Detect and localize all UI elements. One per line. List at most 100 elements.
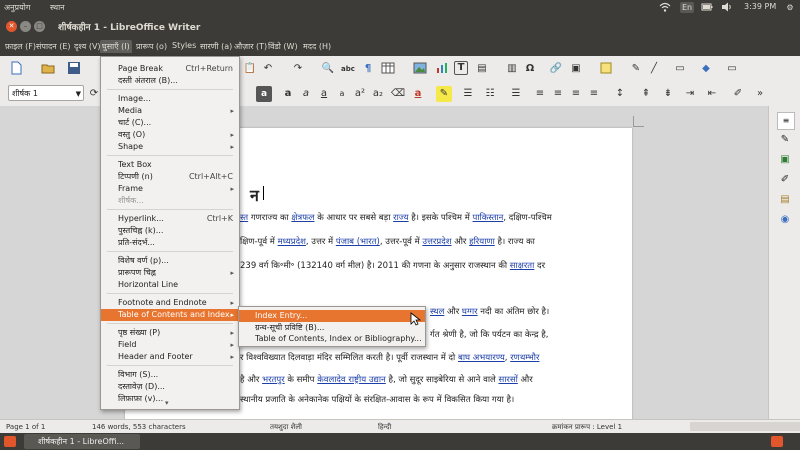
page-style[interactable]: तयशुदा शैली bbox=[270, 423, 302, 432]
formatting-marks-icon[interactable]: ¶ bbox=[360, 61, 376, 77]
insert-text-box-icon[interactable]: T bbox=[454, 61, 468, 75]
menu-item-frame[interactable]: Frame ▸ bbox=[101, 183, 239, 195]
page-count[interactable]: Page 1 of 1 bbox=[6, 423, 45, 431]
zoom-slider[interactable] bbox=[690, 422, 800, 431]
spelling-icon[interactable]: abc bbox=[340, 61, 356, 77]
menu-item-p[interactable]: पृष्ठ संख्या (P) ▸ bbox=[101, 327, 239, 339]
battery-icon[interactable] bbox=[700, 2, 714, 13]
bullets-icon[interactable]: ☰ bbox=[460, 86, 476, 102]
menu-item-field[interactable]: Field ▸ bbox=[101, 339, 239, 351]
justify-icon[interactable]: ≡ bbox=[586, 86, 602, 102]
menu-item-p[interactable]: विशेष वर्ण (p)... bbox=[101, 255, 239, 267]
applications-menu[interactable]: अनुप्रयोग bbox=[4, 2, 30, 13]
shadow-text-icon[interactable]: a bbox=[256, 86, 272, 102]
properties-icon[interactable]: ✎ bbox=[777, 132, 793, 148]
menu-item-c[interactable]: चार्ट (C)... bbox=[101, 117, 239, 129]
menu-item-footnote-and-endnote[interactable]: Footnote and Endnote ▸ bbox=[101, 297, 239, 309]
hyperlink[interactable]: स्थल bbox=[430, 307, 444, 317]
navigator-icon[interactable]: ◉ bbox=[777, 212, 793, 228]
hyperlink[interactable]: केवलादेव राष्ट्रीय उद्यान bbox=[317, 375, 386, 385]
show-desktop-icon[interactable] bbox=[4, 436, 16, 447]
menu-table[interactable]: सारणी (a) bbox=[198, 40, 234, 53]
italic-icon[interactable]: a bbox=[298, 86, 314, 102]
clear-formatting-icon[interactable]: ⌫ bbox=[390, 86, 406, 102]
menu-item-hyperlink[interactable]: Hyperlink... Ctrl+K bbox=[101, 213, 239, 225]
paste-icon[interactable]: 📋 bbox=[242, 61, 258, 77]
menu-item-s[interactable]: विभाग (S)... bbox=[101, 369, 239, 381]
menu-item-v[interactable]: लिफ़ाफ़ा (v)... bbox=[101, 393, 239, 405]
numbering-icon[interactable]: ☷ bbox=[482, 86, 498, 102]
hyperlink[interactable]: सारसों bbox=[498, 375, 517, 385]
insert-image-icon[interactable] bbox=[412, 61, 428, 77]
hyperlink[interactable]: राज्य bbox=[393, 213, 408, 223]
paragraph-style-combo[interactable]: शीर्षक 1 ▼ bbox=[8, 85, 84, 101]
hyperlink[interactable]: उत्तरप्रदेश bbox=[422, 237, 451, 247]
menu-tools[interactable]: औज़ार (T) bbox=[232, 40, 269, 53]
menu-item-shape[interactable]: Shape ▸ bbox=[101, 141, 239, 153]
hyperlink[interactable]: हरियाणा bbox=[469, 237, 495, 247]
page-icon[interactable]: ▣ bbox=[777, 152, 793, 168]
places-menu[interactable]: स्थान bbox=[50, 2, 65, 13]
hyperlink-icon[interactable]: 🔗 bbox=[548, 61, 564, 77]
basic-shapes-icon[interactable]: ▭ bbox=[672, 61, 688, 77]
menu-item-b[interactable]: दस्ती अंतराल (B)... bbox=[101, 75, 239, 87]
track-changes-icon[interactable]: ✎ bbox=[628, 61, 644, 77]
gallery-icon[interactable]: ▤ bbox=[777, 192, 793, 208]
hyperlink[interactable]: घग्गर bbox=[462, 307, 478, 317]
gear-icon[interactable]: ⚙ bbox=[784, 2, 796, 13]
increase-indent-icon[interactable]: ⇥ bbox=[682, 86, 698, 102]
clock[interactable]: 3:39 PM bbox=[744, 2, 776, 11]
menu-item-d[interactable]: दस्तावेज़ (D)... bbox=[101, 381, 239, 393]
menu-item-table-of-contents-and-index[interactable]: Table of Contents and Index ▸ bbox=[101, 309, 239, 321]
trash-icon[interactable] bbox=[771, 436, 783, 447]
paint-brush-icon[interactable]: ✐ bbox=[730, 86, 746, 102]
undo-icon[interactable]: ↶ bbox=[260, 61, 276, 77]
hyperlink[interactable]: साक्षरता bbox=[510, 261, 535, 271]
volume-icon[interactable] bbox=[720, 2, 734, 13]
hyperlink[interactable]: मध्यप्रदेश bbox=[278, 237, 306, 247]
save-icon[interactable] bbox=[66, 61, 82, 77]
menu-window[interactable]: विंडो (W) bbox=[266, 40, 300, 53]
line-spacing-icon[interactable]: ↕ bbox=[612, 86, 628, 102]
subscript-icon[interactable]: a₂ bbox=[370, 86, 386, 102]
menu-item-o[interactable]: वस्तु (O) ▸ bbox=[101, 129, 239, 141]
menu-styles[interactable]: Styles bbox=[170, 40, 198, 51]
open-folder-icon[interactable] bbox=[40, 61, 56, 77]
menu-item-item-15[interactable]: प्रारूपण चिह्न ▸ bbox=[101, 267, 239, 279]
menu-item-media[interactable]: Media ▸ bbox=[101, 105, 239, 117]
menu-edit[interactable]: संपादन (E) bbox=[34, 40, 73, 53]
draw-functions-icon[interactable]: ▭ bbox=[724, 61, 740, 77]
font-color-icon[interactable]: a bbox=[410, 86, 426, 102]
menu-item-text-box[interactable]: Text Box bbox=[101, 159, 239, 171]
special-character-icon[interactable]: Ω bbox=[522, 61, 538, 77]
menu-view[interactable]: दृश्य (V) bbox=[72, 40, 103, 53]
menu-help[interactable]: मदद (H) bbox=[301, 40, 333, 53]
superscript-icon[interactable]: a² bbox=[352, 86, 368, 102]
styles-icon[interactable]: ✐ bbox=[777, 172, 793, 188]
page-break-icon[interactable]: ▤ bbox=[474, 61, 490, 77]
hyperlink[interactable]: पाकिस्तान bbox=[473, 213, 504, 223]
menu-item-page-break[interactable]: Page Break Ctrl+Return bbox=[101, 63, 239, 75]
text-language[interactable]: हिन्दी bbox=[378, 423, 391, 432]
scroll-down-icon[interactable]: ▾ bbox=[165, 399, 169, 407]
diamond-shape-icon[interactable]: ◆ bbox=[698, 61, 714, 77]
taskbar-window-button[interactable]: शीर्षकहीन 1 - LibreOffi... bbox=[24, 434, 140, 449]
decrease-indent-icon[interactable]: ⇤ bbox=[704, 86, 720, 102]
maximize-icon[interactable]: □ bbox=[34, 21, 45, 32]
keyboard-layout-indicator[interactable]: En bbox=[680, 2, 694, 13]
wifi-icon[interactable] bbox=[658, 2, 672, 13]
toolbar-options-icon[interactable]: » bbox=[752, 86, 768, 102]
menu-item-k[interactable]: पुस्तचिह्न (k)... bbox=[101, 225, 239, 237]
decrease-paragraph-spacing-icon[interactable]: ⇟ bbox=[660, 86, 676, 102]
outline-icon[interactable]: ☰ bbox=[508, 86, 524, 102]
highlight-color-icon[interactable]: ✎ bbox=[436, 86, 452, 102]
hyperlink[interactable]: पंजाब (भारत) bbox=[336, 237, 380, 247]
menu-format[interactable]: प्रारूप (o) bbox=[134, 40, 169, 53]
insert-comment-icon[interactable] bbox=[598, 61, 614, 77]
bold-icon[interactable]: a bbox=[280, 86, 296, 102]
insert-table-icon[interactable] bbox=[380, 61, 396, 77]
menu-insert[interactable]: घुसाएँ (I) bbox=[100, 40, 132, 53]
strikethrough-icon[interactable]: a bbox=[334, 86, 350, 102]
menu-item-horizontal-line[interactable]: Horizontal Line bbox=[101, 279, 239, 291]
hyperlink[interactable]: रणथम्भौर bbox=[510, 353, 539, 363]
